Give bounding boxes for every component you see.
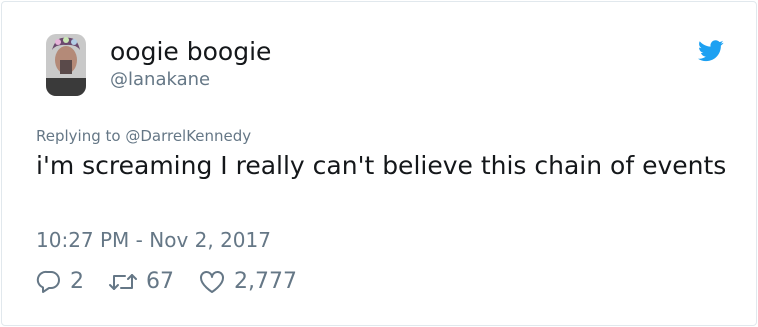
heart-icon bbox=[198, 269, 226, 295]
reply-button[interactable]: 2 bbox=[36, 268, 84, 296]
twitter-bird-icon[interactable] bbox=[698, 40, 724, 62]
tweet-timestamp[interactable]: 10:27 PM - Nov 2, 2017 bbox=[36, 227, 271, 253]
retweet-button[interactable]: 67 bbox=[108, 268, 174, 296]
tweet-text: i'm screaming I really can't believe thi… bbox=[36, 151, 727, 180]
reply-count: 2 bbox=[70, 269, 84, 294]
like-button[interactable]: 2,777 bbox=[198, 268, 297, 296]
replying-to[interactable]: Replying to @DarrelKennedy bbox=[36, 126, 251, 146]
display-name[interactable]: oogie boogie bbox=[110, 36, 271, 68]
tweet-actions: 2 67 2,777 bbox=[36, 266, 321, 298]
tweet-card: oogie boogie @lanakane Replying to @Darr… bbox=[1, 1, 757, 326]
retweet-icon bbox=[108, 269, 138, 295]
reply-bubble-icon bbox=[36, 269, 62, 295]
user-handle[interactable]: @lanakane bbox=[110, 69, 210, 91]
retweet-count: 67 bbox=[146, 269, 174, 294]
like-count: 2,777 bbox=[234, 269, 297, 294]
avatar[interactable] bbox=[46, 34, 86, 96]
